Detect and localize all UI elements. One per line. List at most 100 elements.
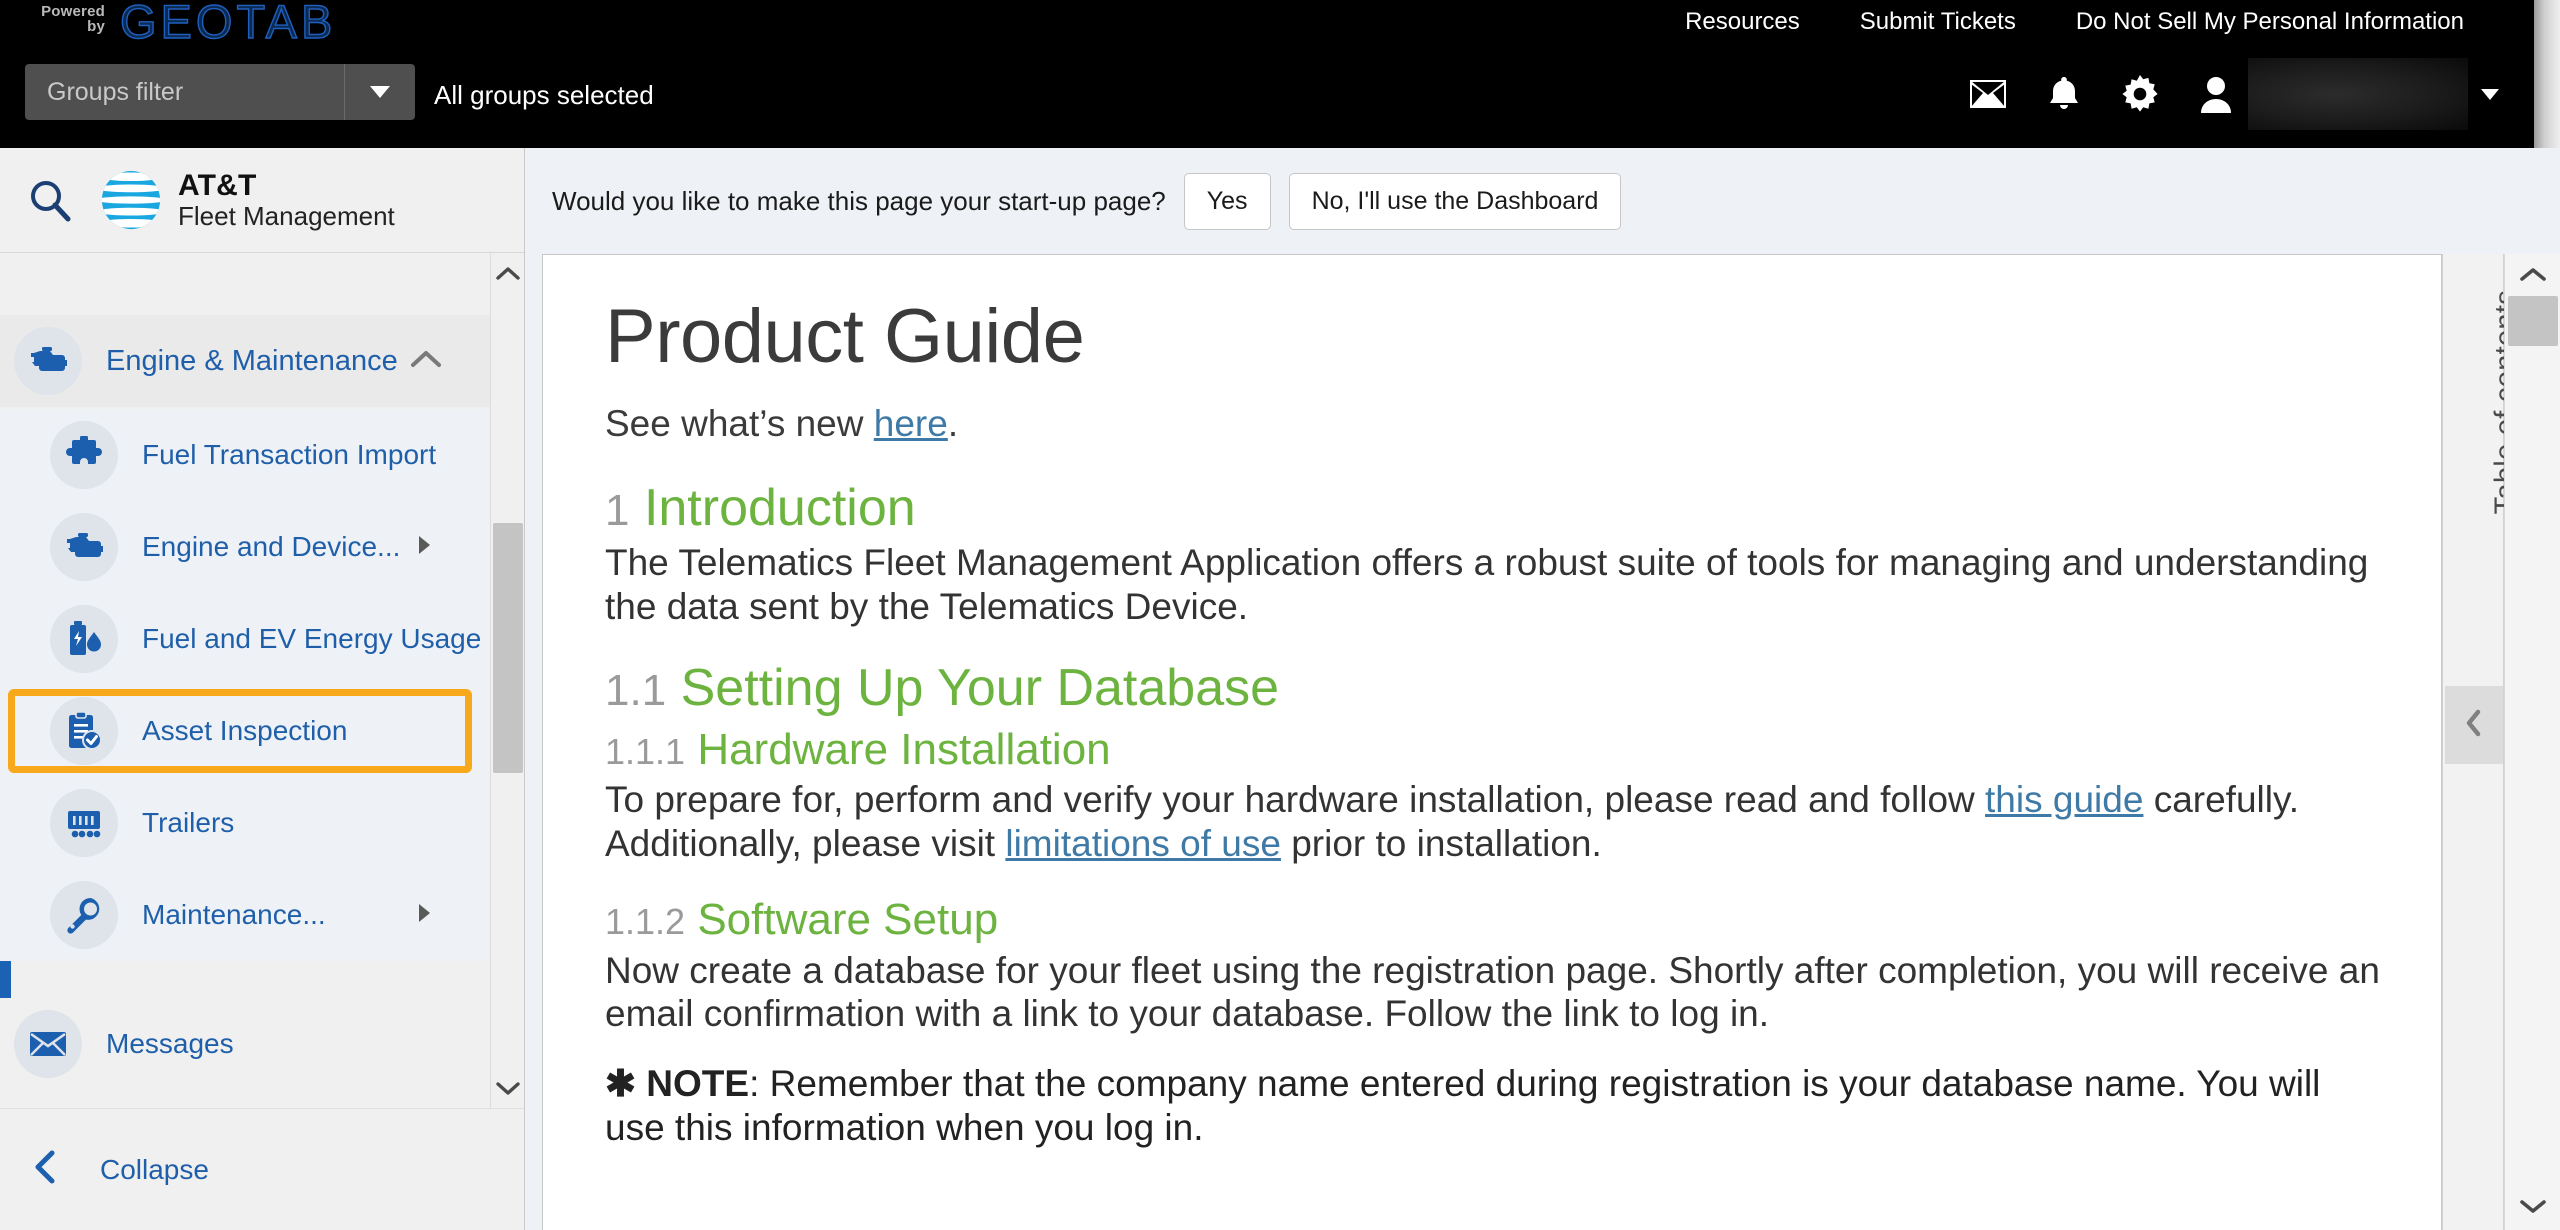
top-link-resources[interactable]: Resources (1655, 8, 1830, 36)
user-menu-button[interactable] (2468, 88, 2512, 100)
wrench-icon (50, 881, 118, 949)
chevron-up-icon[interactable] (2505, 254, 2560, 294)
mail-icon (14, 1010, 82, 1078)
toc-collapse-button[interactable] (2445, 686, 2503, 764)
whats-new-line: See what’s new here. (605, 403, 2381, 445)
table-of-contents-rail: Table of contents (2442, 254, 2522, 1230)
limitations-of-use-link[interactable]: limitations of use (1005, 823, 1281, 864)
gear-icon[interactable] (2102, 63, 2178, 125)
section-1-1-1-body: To prepare for, perform and verify your … (605, 778, 2381, 865)
powered-by-line2: by (87, 18, 105, 35)
chevron-left-icon (34, 1150, 56, 1189)
groups-filter[interactable]: Groups filter (25, 64, 415, 120)
section-title: Introduction (643, 479, 916, 537)
section-heading-1: 1 Introduction (605, 479, 2381, 537)
chevron-up-icon[interactable] (410, 349, 442, 374)
chevron-down-icon[interactable] (491, 1068, 525, 1108)
chevron-down-icon (370, 86, 390, 98)
section-number: 1.1 (605, 665, 667, 715)
hw-text-3: prior to installation. (1280, 822, 1602, 864)
mail-icon[interactable] (1950, 63, 2026, 125)
sidebar-item-fuel-and-ev-energy-usage[interactable]: Fuel and EV Energy Usage (0, 593, 490, 685)
chevron-up-icon[interactable] (491, 253, 525, 293)
section-1-body: The Telematics Fleet Management Applicat… (605, 542, 2369, 627)
section-title: Hardware Installation (697, 724, 1111, 774)
app-root: Powered by GEOTAB Groups filter All grou… (0, 0, 2560, 1230)
brand-name: AT&T (178, 168, 257, 202)
chevron-right-icon[interactable] (416, 534, 432, 561)
sidebar-item-label: Fuel and EV Energy Usage (142, 623, 482, 654)
powered-by-label: Powered by (35, 4, 105, 34)
sidebar-item-fuel-transaction-import[interactable]: Fuel Transaction Import (0, 409, 490, 501)
user-name-field[interactable] (2248, 58, 2468, 130)
top-link-do-not-sell[interactable]: Do Not Sell My Personal Information (2046, 8, 2494, 36)
whats-new-period: . (947, 403, 959, 444)
this-guide-link[interactable]: this guide (1985, 779, 2143, 820)
chevron-right-icon[interactable] (416, 902, 432, 929)
top-link-submit-tickets[interactable]: Submit Tickets (1830, 8, 2046, 36)
startup-yes-button[interactable]: Yes (1183, 172, 1271, 230)
section-title: Software Setup (697, 895, 999, 945)
section-heading-1-1: 1.1 Setting Up Your Database (605, 659, 2381, 717)
sidebar-scrollbar[interactable] (490, 253, 524, 1108)
engine-icon (14, 327, 82, 395)
page-title: Product Guide (605, 294, 1085, 379)
section-number: 1.1.2 (605, 901, 686, 943)
puzzle-icon (50, 421, 118, 489)
section-title: Setting Up Your Database (680, 658, 1280, 717)
top-icon-tray (1950, 58, 2512, 130)
engine-icon (50, 513, 118, 581)
trailer-icon (50, 789, 118, 857)
sidebar-item-label: Fuel Transaction Import (142, 439, 437, 470)
main-scrollbar[interactable] (2504, 254, 2560, 1230)
note-marker: ✱ (605, 1062, 637, 1104)
startup-page-prompt: Would you like to make this page your st… (525, 148, 2560, 254)
fuel-ev-icon (50, 605, 118, 673)
section-heading-1-1-2: 1.1.2 Software Setup (605, 895, 2381, 944)
geotab-logo: GEOTAB (119, 0, 337, 49)
att-globe-logo (101, 170, 161, 230)
section-1-1-2-body: Now create a database for your fleet usi… (605, 949, 2380, 1035)
sidebar-collapse-button[interactable]: Collapse (0, 1108, 524, 1230)
sidebar-scrollbar-thumb[interactable] (493, 523, 523, 773)
sidebar-item-engine-and-device[interactable]: Engine and Device... (0, 501, 490, 593)
powered-by-line1: Powered (41, 3, 105, 20)
all-groups-selected-label: All groups selected (434, 80, 654, 110)
sidebar-item-maintenance[interactable]: Maintenance... (0, 869, 490, 961)
user-icon[interactable] (2178, 63, 2254, 125)
sidebar-group-label: Engine & Maintenance (106, 344, 398, 377)
sidebar-item-label: Messages (106, 1028, 234, 1059)
section-heading-1-1-1: 1.1.1 Hardware Installation (605, 725, 2381, 774)
startup-no-button[interactable]: No, I'll use the Dashboard (1288, 172, 1622, 230)
sidebar-item-label: Asset Inspection (142, 715, 348, 746)
sidebar-header: AT&T Fleet Management (0, 148, 524, 253)
sidebar-item-label: Maintenance... (142, 899, 326, 930)
sidebar-item-label: Trailers (142, 807, 235, 838)
sidebar-item-asset-inspection[interactable]: Asset Inspection (0, 685, 490, 777)
hw-text-1: To prepare for, perform and verify your … (605, 779, 1986, 821)
main-content: Would you like to make this page your st… (525, 148, 2560, 1230)
brand-subtitle: Fleet Management (178, 201, 395, 232)
att-fleet-brand: AT&T Fleet Management (100, 169, 395, 232)
chevron-left-icon (2465, 709, 2483, 742)
chevron-down-icon (2481, 88, 2499, 100)
note-text: : Remember that the company name entered… (605, 1062, 2321, 1148)
chevron-down-icon[interactable] (2505, 1186, 2560, 1226)
sidebar-nav-scroll-area: Engine & Maintenance Fuel Transaction Im… (0, 253, 490, 1108)
bell-icon[interactable] (2026, 63, 2102, 125)
whats-new-text: See what’s new (605, 403, 874, 444)
startup-prompt-question: Would you like to make this page your st… (552, 185, 1166, 216)
clipboard-check-icon (50, 697, 118, 765)
product-guide-document: Product Guide See what’s new here. 1 Int… (542, 254, 2442, 1230)
sidebar-item-messages[interactable]: Messages (0, 998, 490, 1090)
sidebar-collapse-label: Collapse (100, 1153, 209, 1185)
sidebar-group-engine-maintenance[interactable]: Engine & Maintenance (0, 315, 490, 407)
sidebar-item-label: Engine and Device... (142, 531, 401, 562)
sidebar-item-trailers[interactable]: Trailers (0, 777, 490, 869)
groups-filter-dropdown-button[interactable] (345, 86, 415, 98)
groups-filter-input[interactable]: Groups filter (25, 78, 344, 107)
search-icon[interactable] (0, 178, 100, 222)
whats-new-link[interactable]: here (874, 403, 948, 444)
window-right-edge (2534, 0, 2560, 148)
main-scrollbar-thumb[interactable] (2508, 296, 2558, 346)
